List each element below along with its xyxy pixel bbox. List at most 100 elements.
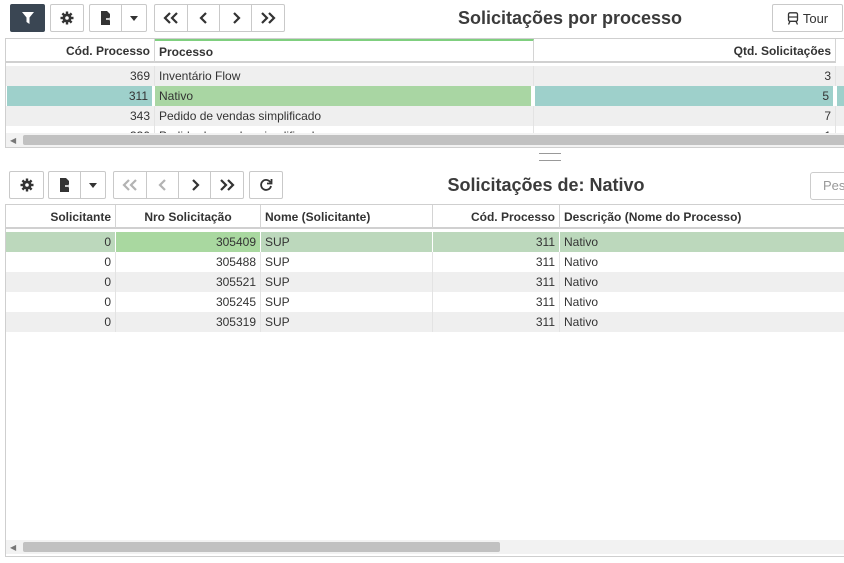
column-header-descricao[interactable]: Descrição (Nome do Processo): [560, 205, 844, 229]
cell-cod: 311: [433, 252, 560, 272]
cell-descricao: Nativo: [564, 295, 599, 309]
caret-down-icon: [89, 182, 97, 188]
chevron-right-icon: [191, 179, 200, 191]
table-row-selected[interactable]: 0 305409 SUP 311 Nativo: [6, 232, 844, 252]
column-header-cod-processo[interactable]: Cód. Processo: [6, 39, 155, 63]
cell-cod: 311: [433, 272, 560, 292]
scroll-left-icon[interactable]: ◀: [10, 136, 16, 145]
filter-icon: [21, 11, 34, 24]
bottom-toolbar: Solicitações de: Nativo: [0, 167, 844, 203]
caret-down-icon: [130, 15, 138, 21]
cell-cod: 369: [6, 66, 155, 86]
cell-nro: 305488: [116, 252, 261, 272]
cell-nro: 305409: [116, 232, 261, 252]
cell-cod: 311: [433, 312, 560, 332]
top-horizontal-scrollbar[interactable]: ◀: [6, 133, 844, 147]
cell-nro: 305245: [116, 292, 261, 312]
double-chevron-left-icon: [122, 179, 137, 191]
column-header-qtd-solicitacoes[interactable]: Qtd. Solicitações: [534, 39, 836, 63]
tour-label: Tour: [802, 10, 829, 26]
cell-solicitante: 0: [6, 292, 116, 312]
gear-icon: [60, 11, 74, 25]
export-document-icon: [100, 11, 113, 25]
panel-splitter-handle[interactable]: [539, 153, 561, 161]
settings-button[interactable]: [9, 171, 44, 199]
table-row[interactable]: 343 Pedido de vendas simplificado 7: [6, 106, 844, 126]
cell-qtd: 7: [534, 106, 836, 126]
cell-nome: SUP: [261, 272, 433, 292]
double-chevron-right-icon: [261, 12, 276, 24]
train-icon: [787, 11, 798, 25]
cell-qtd: 5: [535, 86, 835, 106]
cell-cod: 311: [7, 86, 154, 106]
cell-processo: Inventário Flow: [155, 66, 534, 86]
column-header-processo[interactable]: Processo: [155, 39, 534, 63]
refresh-icon: [260, 179, 273, 191]
last-page-button[interactable]: [251, 4, 285, 32]
cell-solicitante: 0: [6, 272, 116, 292]
top-toolbar: Solicitações por processo Tour: [0, 0, 844, 36]
cell-solicitante: 0: [6, 312, 116, 332]
first-page-button[interactable]: [154, 4, 188, 32]
cell-cod: 311: [433, 292, 560, 312]
prev-page-button[interactable]: [146, 171, 179, 199]
scroll-thumb[interactable]: [23, 135, 844, 145]
table-row[interactable]: 0 305245 SUP 311 Nativo: [6, 292, 844, 312]
cell-qtd: 3: [534, 66, 836, 86]
cell-processo: Pedido de vendas simplificado: [155, 106, 534, 126]
table-row-selected[interactable]: 311 Nativo 5: [6, 86, 844, 106]
tour-button[interactable]: Tour: [772, 4, 843, 32]
processes-grid: Cód. Processo Processo Qtd. Solicitações…: [5, 38, 844, 148]
first-page-button[interactable]: [113, 171, 147, 199]
cell-nome: SUP: [261, 292, 433, 312]
cell-descricao: Nativo: [560, 232, 844, 252]
search-input[interactable]: Pesquisar: [810, 172, 844, 200]
bottom-horizontal-scrollbar[interactable]: ◀: [6, 540, 844, 554]
prev-page-button[interactable]: [187, 4, 220, 32]
cell-nro: 305521: [116, 272, 261, 292]
cell-nome: SUP: [261, 232, 433, 252]
filter-button[interactable]: [10, 4, 45, 32]
gear-icon: [20, 178, 33, 192]
table-row[interactable]: 369 Inventário Flow 3: [6, 66, 844, 86]
cell-filler: [837, 86, 844, 106]
table-row[interactable]: 0 305488 SUP 311 Nativo: [6, 252, 844, 272]
double-chevron-right-icon: [220, 179, 235, 191]
cell-nome: SUP: [261, 312, 433, 332]
cell-nro: 305319: [116, 312, 261, 332]
next-page-button[interactable]: [178, 171, 211, 199]
cell-descricao: Nativo: [564, 315, 599, 329]
chevron-right-icon: [232, 12, 241, 24]
next-page-button[interactable]: [219, 4, 252, 32]
cell-solicitante: 0: [6, 252, 116, 272]
export-button[interactable]: [48, 171, 81, 199]
cell-cod: 343: [6, 106, 155, 126]
cell-solicitante: 0: [6, 232, 116, 252]
detail-title: Solicitações de: Nativo: [447, 175, 645, 195]
cell-descricao: Nativo: [564, 275, 599, 289]
requests-grid: Solicitante Nro Solicitação Nome (Solici…: [5, 204, 844, 557]
column-header-cod-processo[interactable]: Cód. Processo: [433, 205, 560, 229]
table-row[interactable]: 0 305319 SUP 311 Nativo: [6, 312, 844, 332]
column-header-nome-solicitante[interactable]: Nome (Solicitante): [261, 205, 433, 229]
double-chevron-left-icon: [163, 12, 178, 24]
cell-processo: Nativo: [155, 86, 533, 106]
chevron-left-icon: [157, 179, 166, 191]
cell-nome: SUP: [261, 252, 433, 272]
cell-descricao: Nativo: [564, 255, 599, 269]
export-dropdown-button[interactable]: [80, 171, 106, 199]
scroll-thumb[interactable]: [23, 542, 500, 552]
table-row[interactable]: 0 305521 SUP 311 Nativo: [6, 272, 844, 292]
column-header-nro-solicitacao[interactable]: Nro Solicitação: [116, 205, 261, 229]
export-document-icon: [59, 178, 72, 192]
settings-button[interactable]: [50, 4, 84, 32]
cell-cod: 311: [433, 232, 560, 252]
refresh-button[interactable]: [249, 171, 283, 199]
export-dropdown-button[interactable]: [121, 4, 147, 32]
chevron-left-icon: [198, 12, 207, 24]
column-header-solicitante[interactable]: Solicitante: [6, 205, 116, 229]
page-title: Solicitações por processo: [457, 8, 683, 28]
last-page-button[interactable]: [210, 171, 244, 199]
export-button[interactable]: [89, 4, 122, 32]
scroll-left-icon[interactable]: ◀: [10, 543, 16, 552]
